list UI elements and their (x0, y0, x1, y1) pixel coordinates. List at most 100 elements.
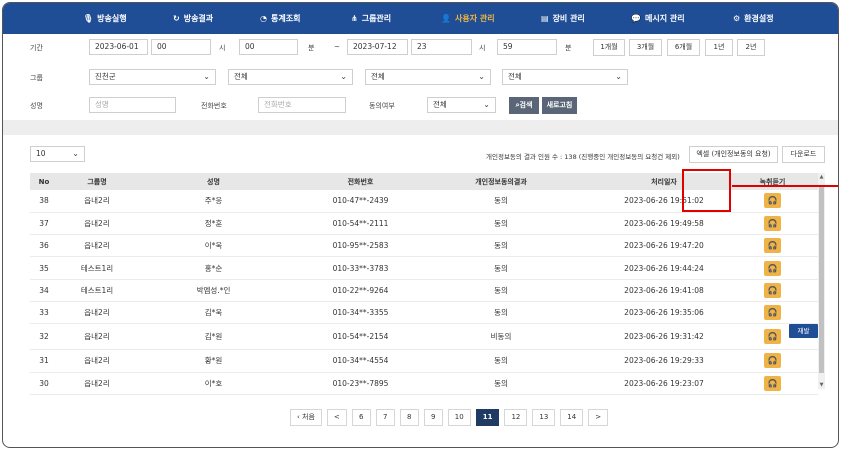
search-button[interactable]: ⌕검색 (509, 97, 539, 114)
row-action (789, 279, 818, 302)
row-processed-date: 2023-06-26 19:49:58 (572, 212, 756, 236)
page-prev-button[interactable]: < (326, 409, 347, 426)
row-group: 읍내2리 (58, 234, 136, 258)
page-number-button[interactable]: 10 (447, 409, 471, 426)
table-row: 32 읍내2리 김*원 010-54**-2154 비동의 2023-06-26 19:3… (30, 323, 818, 351)
headphones-icon[interactable]: 🎧 (764, 305, 781, 321)
table-body: 38 읍내2리 주*응 010-47**-2439 동의 2023-06-26 19:51… (30, 190, 818, 395)
start-minute-input[interactable]: 00 (239, 39, 298, 55)
chevron-down-icon: ⌄ (72, 149, 79, 158)
page-number-button[interactable]: 11 (475, 409, 500, 426)
row-recording: 🎧 (756, 323, 789, 351)
row-no: 37 (30, 212, 58, 236)
period-1year-button[interactable]: 1년 (705, 39, 733, 56)
row-no: 30 (30, 372, 58, 395)
refresh-button[interactable]: 새로고침 (542, 97, 577, 114)
headphones-icon[interactable]: 🎧 (764, 375, 781, 391)
headphones-icon[interactable]: 🎧 (764, 329, 781, 345)
page-number-button[interactable]: 9 (423, 409, 443, 426)
headphones-icon[interactable]: 🎧 (764, 353, 781, 369)
page-number-button[interactable]: 7 (375, 409, 395, 426)
nav-user-management[interactable]: 👤 사용자 관리 (441, 13, 495, 24)
row-recording: 🎧 (756, 190, 789, 213)
nav-statistics[interactable]: ◔ 통계조회 (260, 13, 300, 24)
row-group: 읍내2리 (58, 301, 136, 325)
scroll-down-arrow-icon[interactable]: ▼ (818, 382, 825, 388)
row-processed-date: 2023-06-26 19:47:20 (572, 234, 756, 258)
nav-device-management[interactable]: ▤ 장비 관리 (541, 13, 585, 24)
page-next-button[interactable]: > (588, 409, 609, 426)
page-number-button[interactable]: 8 (399, 409, 419, 426)
page-number-button[interactable]: 6 (351, 409, 371, 426)
row-action (789, 256, 818, 280)
row-name: 이*욱 (136, 234, 291, 258)
page-number-button[interactable]: 12 (504, 409, 528, 426)
scroll-up-arrow-icon[interactable]: ▲ (818, 174, 825, 180)
hour-unit-label: 시 (479, 44, 486, 52)
row-name: 정*훈 (136, 212, 291, 236)
start-hour-input[interactable]: 00 (151, 39, 211, 55)
pie-chart-icon: ◔ (260, 14, 267, 23)
download-button[interactable]: 다운로드 (782, 146, 825, 163)
page-first-button[interactable]: ‹ 처음 (290, 409, 322, 426)
row-action (789, 234, 818, 258)
end-minute-input[interactable]: 59 (497, 39, 557, 55)
group-select-3[interactable]: 전체 ⌄ (365, 69, 491, 85)
page-size-select[interactable]: 10 ⌄ (30, 146, 85, 162)
nav-group-management[interactable]: ⋔ 그룹관리 (351, 13, 391, 24)
nav-broadcast-run[interactable]: 🎙 방송실행 (83, 13, 127, 24)
row-recording: 🎧 (756, 212, 789, 236)
group-select-4[interactable]: 전체 ⌄ (502, 69, 628, 85)
period-1month-button[interactable]: 1개월 (593, 39, 625, 56)
consent-select[interactable]: 전체 ⌄ (427, 97, 496, 113)
row-group: 읍내2리 (58, 190, 136, 213)
row-consent-result: 동의 (430, 301, 572, 325)
headphones-icon[interactable]: 🎧 (764, 260, 781, 276)
scrollbar-thumb[interactable] (819, 187, 824, 373)
headphones-icon[interactable]: 🎧 (764, 238, 781, 254)
headphones-icon[interactable]: 🎧 (764, 282, 781, 298)
row-recording: 🎧 (756, 301, 789, 325)
resend-button[interactable]: 재발송 (789, 324, 818, 349)
headphones-icon[interactable]: 🎧 (764, 215, 781, 231)
group-select-2[interactable]: 전체 ⌄ (228, 69, 353, 85)
period-3months-button[interactable]: 3개월 (629, 39, 662, 56)
row-recording: 🎧 (756, 349, 789, 373)
excel-consent-request-button[interactable]: 엑셀 (개인정보동의 요청) (689, 146, 778, 163)
col-name: 성명 (136, 173, 291, 190)
row-action: 재발송 (789, 323, 818, 351)
sitemap-icon: ⋔ (351, 14, 358, 23)
row-consent-result: 동의 (430, 279, 572, 302)
table-row: 33 읍내2리 김*욱 010-34**-3355 동의 2023-06-26 19:35… (30, 301, 818, 325)
row-recording: 🎧 (756, 372, 789, 395)
row-phone: 010-47**-2439 (291, 190, 430, 213)
end-date-input[interactable]: 2023-07-12 (347, 39, 408, 55)
nav-message-management[interactable]: 💬 메시지 관리 (631, 13, 685, 24)
name-input[interactable]: 성명 (89, 97, 176, 113)
row-processed-date: 2023-06-26 19:35:06 (572, 301, 756, 325)
period-2years-button[interactable]: 2년 (737, 39, 765, 56)
consent-label: 동의여부 (369, 102, 395, 110)
group-label: 그룹 (30, 74, 43, 82)
row-phone: 010-34**-4554 (291, 349, 430, 373)
group-select-value: 전체 (371, 72, 385, 81)
section-divider (3, 120, 838, 135)
headphones-icon[interactable]: 🎧 (764, 193, 781, 209)
period-6months-button[interactable]: 6개월 (667, 39, 700, 56)
row-no: 32 (30, 323, 58, 351)
row-no: 31 (30, 349, 58, 373)
start-date-input[interactable]: 2023-06-01 (89, 39, 148, 55)
nav-broadcast-result[interactable]: ↻ 방송결과 (173, 13, 213, 24)
group-select-1[interactable]: 진천군 ⌄ (89, 69, 216, 85)
row-group: 읍내2리 (58, 323, 136, 351)
row-consent-result: 동의 (430, 256, 572, 280)
page-number-button[interactable]: 13 (532, 409, 556, 426)
user-icon: 👤 (441, 14, 451, 23)
nav-settings[interactable]: ⚙ 환경설정 (733, 13, 774, 24)
chevron-down-icon: ⌄ (340, 72, 347, 81)
table-scrollbar[interactable]: ▲ ▼ (818, 173, 825, 389)
phone-input[interactable]: 전화번호 (258, 97, 346, 113)
row-name: 이*호 (136, 372, 291, 395)
page-number-button[interactable]: 14 (560, 409, 584, 426)
end-hour-input[interactable]: 23 (411, 39, 472, 55)
